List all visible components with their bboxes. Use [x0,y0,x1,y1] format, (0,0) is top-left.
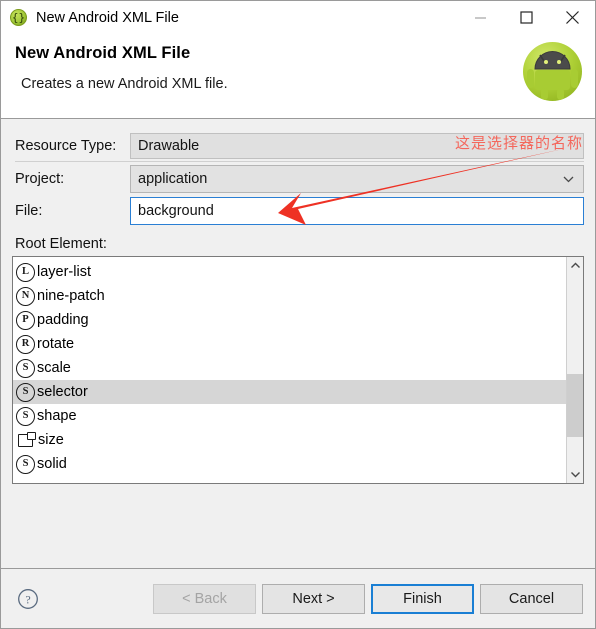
project-row: Project: application [12,164,584,193]
list-item-label: padding [37,311,89,328]
list-item-label: shape [37,407,77,424]
back-button: < Back [153,583,256,614]
resource-type-value: Drawable [130,132,584,159]
list-item[interactable]: Sshape [13,404,566,428]
root-element-list: Llayer-list Nnine-patch Ppadding Rrotate Ssc… [13,257,566,483]
footer-buttons: < Back Next > Finish Cancel [153,583,583,614]
list-item[interactable]: Sselector [13,380,566,404]
title-bar: New Android XML File [1,1,595,34]
list-item-label: rotate [37,335,75,352]
braces-icon [10,9,27,26]
list-item[interactable]: Ppadding [13,308,566,332]
list-item[interactable]: Rrotate [13,332,566,356]
element-badge-icon: S [16,454,35,474]
list-item-label: layer-list [37,263,91,280]
size-shape-icon [18,431,36,447]
list-item[interactable]: Sscale [13,356,566,380]
root-element-label: Root Element: [15,236,107,252]
file-row: File: background [12,196,584,225]
chevron-down-icon [563,166,574,192]
next-button[interactable]: Next > [262,583,365,614]
dialog-body: Resource Type: Drawable Project: applica… [1,119,595,568]
element-badge-icon: S [16,358,35,378]
window-controls [457,1,595,34]
file-input[interactable]: background [130,196,584,225]
root-element-listbox[interactable]: Llayer-list Nnine-patch Ppadding Rrotate Ssc… [12,256,584,484]
list-item[interactable]: Ssolid [13,452,566,476]
project-combobox[interactable]: application [130,164,584,193]
list-item-label: solid [37,455,67,472]
page-title: New Android XML File [15,44,191,62]
minimize-button[interactable] [457,1,503,34]
close-button[interactable] [549,1,595,34]
scrollbar-thumb[interactable] [566,373,583,438]
element-badge-icon: S [16,406,35,426]
window-title: New Android XML File [36,9,179,26]
list-item[interactable]: Llayer-list [13,260,566,284]
list-item-label: nine-patch [37,287,105,304]
list-scrollbar[interactable] [566,257,583,483]
finish-button[interactable]: Finish [371,583,474,614]
help-icon[interactable]: ? [17,588,39,610]
element-badge-icon: R [16,334,35,354]
title-bar-left: New Android XML File [1,9,179,26]
scroll-down-button[interactable] [567,466,584,483]
list-item-label: selector [37,383,88,400]
project-label: Project: [15,170,65,187]
dialog-footer: ? < Back Next > Finish Cancel [1,568,595,628]
list-item[interactable]: Nnine-patch [13,284,566,308]
cancel-button[interactable]: Cancel [480,583,583,614]
list-item-label: size [38,431,64,448]
maximize-button[interactable] [503,1,549,34]
list-item-label: scale [37,359,71,376]
resource-type-row: Resource Type: Drawable [12,131,584,160]
scroll-up-button[interactable] [567,257,584,274]
dialog-window: New Android XML File New Android XML Fil… [0,0,596,629]
element-badge-icon: P [16,310,35,330]
element-badge-icon: L [16,262,35,282]
page-subtitle: Creates a new Android XML file. [21,76,228,92]
list-item[interactable]: size [13,428,566,452]
project-value: application [138,170,208,187]
file-label: File: [15,202,43,219]
svg-text:?: ? [25,592,30,606]
dialog-header: New Android XML File Creates a new Andro… [1,34,595,119]
android-robot-icon [523,42,582,101]
element-badge-icon: S [16,382,35,402]
form-separator [15,161,584,162]
scrollbar-track[interactable] [566,274,583,466]
element-badge-icon: N [16,286,35,306]
resource-type-label: Resource Type: [15,137,117,154]
